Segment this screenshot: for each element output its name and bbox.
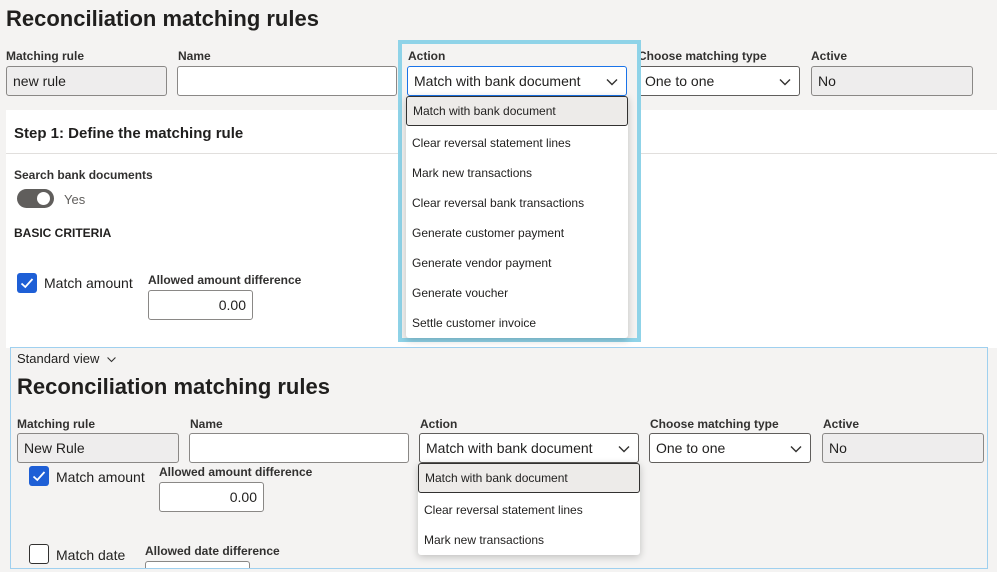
chevron-down-icon [107, 357, 116, 363]
action-option[interactable]: Generate voucher [406, 278, 628, 308]
matching-type-select[interactable]: One to one [649, 433, 811, 463]
allowed-date-diff-label: Allowed date difference [145, 544, 280, 558]
toggle-value: Yes [64, 192, 86, 207]
active-label: Active [823, 417, 860, 431]
matching-type-value: One to one [645, 73, 715, 89]
chevron-down-icon [790, 446, 802, 453]
matching-rule-label: Matching rule [17, 417, 96, 431]
name-label: Name [190, 417, 223, 431]
chevron-down-icon [779, 79, 791, 86]
name-field[interactable] [189, 433, 409, 463]
view-selector[interactable]: Standard view [17, 351, 117, 366]
allowed-amount-diff-label: Allowed amount difference [148, 273, 302, 287]
active-field[interactable]: No [811, 66, 973, 96]
match-amount-checkbox[interactable] [29, 466, 49, 486]
page-title: Reconciliation matching rules [6, 6, 319, 31]
action-select[interactable]: Match with bank document [419, 433, 639, 463]
view-selector-label: Standard view [17, 351, 100, 366]
action-label: Action [408, 49, 446, 63]
active-label: Active [811, 49, 848, 63]
step1-heading: Step 1: Define the matching rule [14, 125, 244, 142]
action-label: Action [420, 417, 458, 431]
matching-type-select[interactable]: One to one [638, 66, 800, 96]
action-option[interactable]: Clear reversal statement lines [418, 495, 640, 525]
action-option[interactable]: Generate customer payment [406, 218, 628, 248]
action-option[interactable]: Mark new transactions [418, 525, 640, 555]
action-option[interactable]: Generate vendor payment [406, 248, 628, 278]
active-field[interactable]: No [822, 433, 984, 463]
matching-rule-label: Matching rule [6, 49, 85, 63]
allowed-amount-diff-field[interactable]: 0.00 [159, 482, 264, 512]
action-option[interactable]: Clear reversal statement lines [406, 128, 628, 158]
search-bank-documents-toggle[interactable] [17, 189, 54, 208]
inset-page-title: Reconciliation matching rules [17, 374, 330, 399]
chevron-down-icon [606, 79, 618, 86]
action-option[interactable]: Match with bank document [406, 96, 628, 126]
action-option[interactable]: Settle customer invoice [406, 308, 628, 338]
action-option[interactable]: Mark new transactions [406, 158, 628, 188]
action-dropdown: Match with bank document Clear reversal … [406, 96, 628, 338]
action-value: Match with bank document [426, 440, 593, 456]
inset-screenshot: Standard view Reconciliation matching ru… [10, 347, 988, 569]
action-option[interactable]: Match with bank document [418, 463, 640, 493]
name-field[interactable] [177, 66, 397, 96]
action-dropdown: Match with bank document Clear reversal … [418, 463, 640, 555]
checkmark-icon [32, 471, 46, 482]
matching-type-value: One to one [656, 440, 726, 456]
action-option[interactable]: Clear reversal bank transactions [406, 188, 628, 218]
action-value: Match with bank document [414, 73, 581, 89]
match-amount-label: Match amount [56, 469, 145, 485]
matching-type-label: Choose matching type [638, 49, 767, 63]
search-bank-documents-label: Search bank documents [14, 168, 153, 182]
allowed-date-diff-field[interactable] [145, 561, 250, 568]
allowed-amount-diff-field[interactable]: 0.00 [148, 290, 253, 320]
match-amount-checkbox[interactable] [17, 273, 37, 293]
name-label: Name [178, 49, 211, 63]
matching-type-label: Choose matching type [650, 417, 779, 431]
match-date-label: Match date [56, 547, 126, 563]
matching-rule-field[interactable]: new rule [6, 66, 167, 96]
allowed-amount-diff-label: Allowed amount difference [159, 465, 313, 479]
match-date-checkbox[interactable] [29, 544, 49, 564]
match-amount-label: Match amount [44, 275, 133, 291]
chevron-down-icon [618, 446, 630, 453]
basic-criteria-heading: BASIC CRITERIA [14, 226, 112, 240]
toggle-knob [37, 192, 50, 205]
action-select[interactable]: Match with bank document [407, 66, 627, 96]
checkmark-icon [20, 278, 34, 289]
matching-rule-field[interactable]: New Rule [17, 433, 179, 463]
